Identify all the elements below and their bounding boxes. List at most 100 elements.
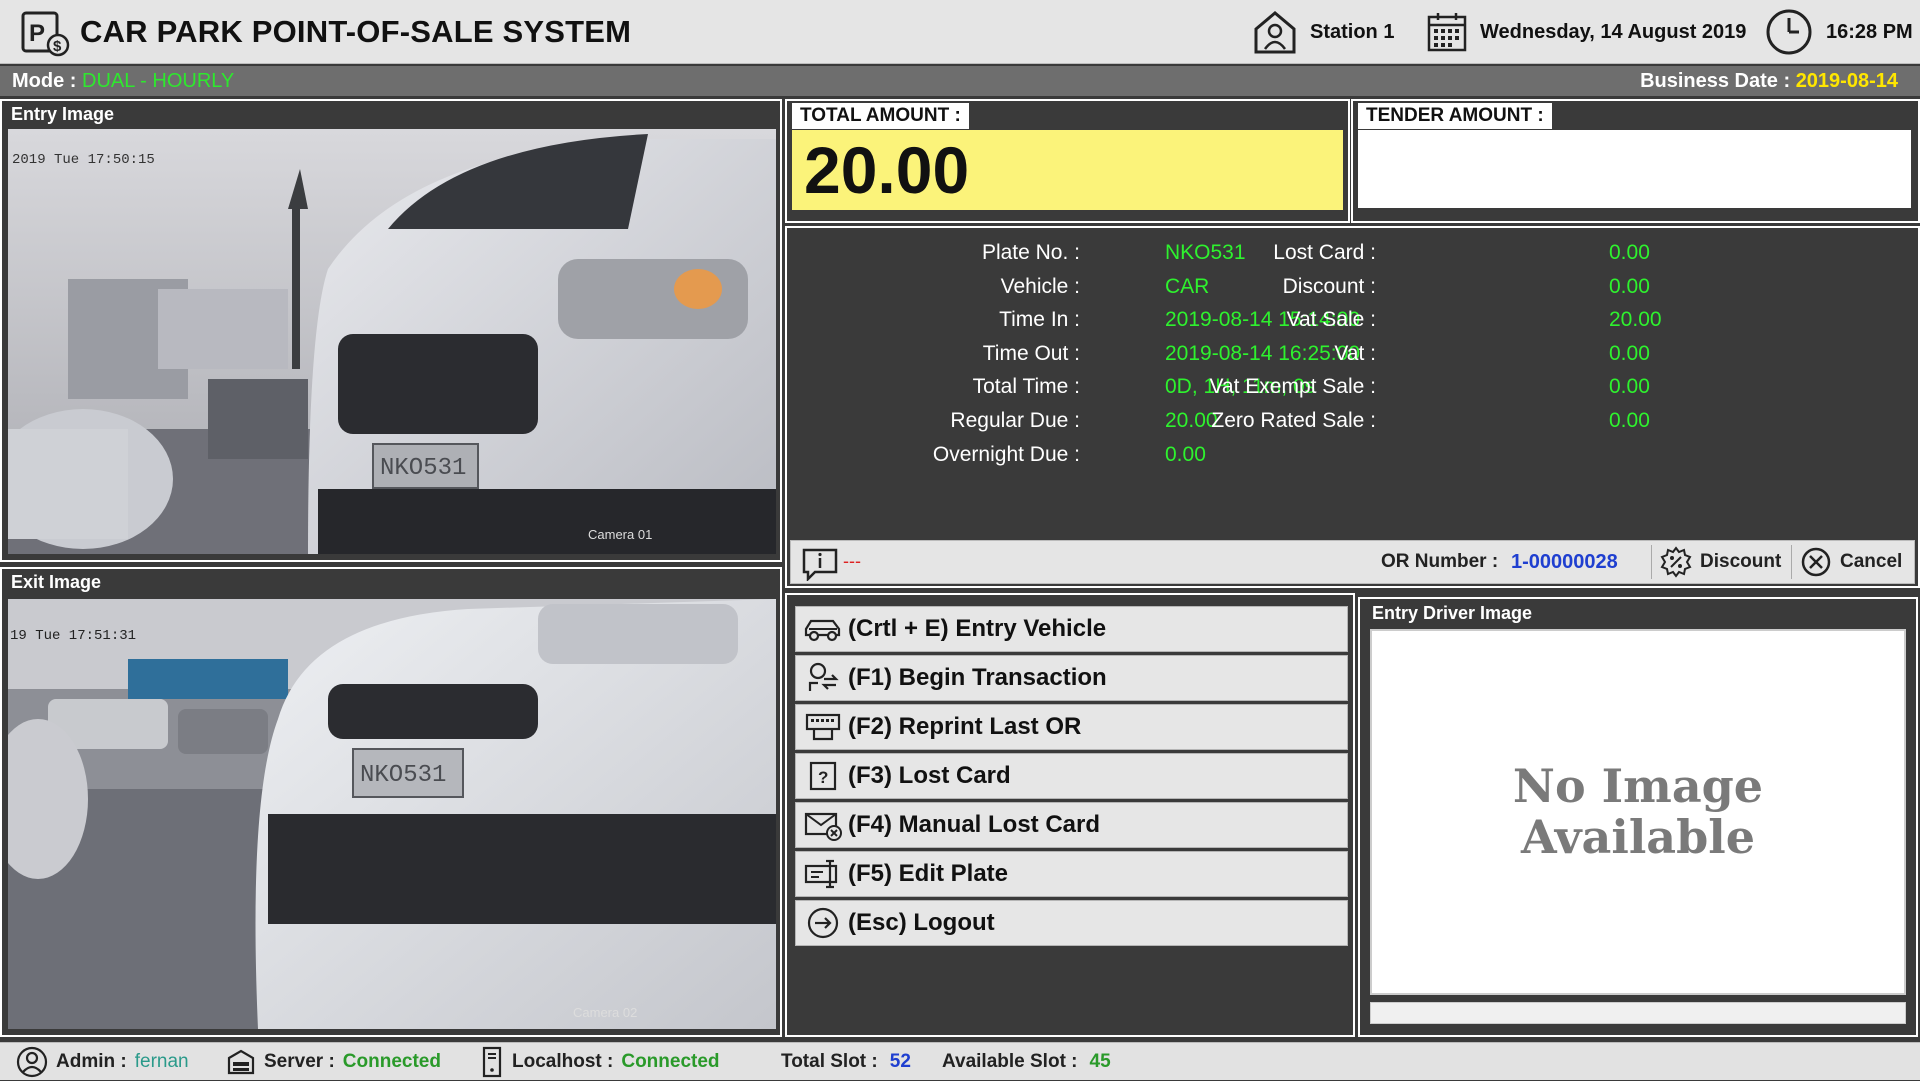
business-date-value: 2019-08-14	[1795, 70, 1898, 92]
detail-label: Vat Sale :	[1286, 308, 1377, 332]
detail-label: Vehicle :	[1000, 274, 1080, 298]
status-footer: Admin : fernan Server : Connected Localh…	[0, 1042, 1920, 1080]
transaction-details-panel: Plate No. : NKO531 Vehicle : CAR Time In : 20…	[785, 226, 1920, 588]
server-icon	[227, 1049, 255, 1075]
edit-plate-icon	[804, 859, 838, 889]
lost-card-label: (F3) Lost Card	[848, 762, 1011, 789]
driver-image-title: Entry Driver Image	[1372, 603, 1533, 623]
available-slot-label: Available Slot :	[942, 1051, 1078, 1072]
detail-label: Regular Due :	[950, 409, 1080, 432]
exit-image-title: Exit Image	[11, 572, 102, 592]
total-amount-value: 20.00	[804, 133, 970, 207]
detail-label: Zero Rated Sale :	[1211, 409, 1376, 432]
edit-plate-label: (F5) Edit Plate	[848, 860, 1009, 887]
station-icon	[1254, 11, 1296, 54]
or-number-label: OR Number :	[1381, 551, 1499, 572]
time-indicator: 16:28 PM	[1764, 0, 1913, 64]
app-title: CAR PARK POINT-OF-SALE SYSTEM	[80, 14, 632, 49]
mode-label: Mode :	[12, 70, 77, 92]
svg-text:P: P	[29, 20, 45, 47]
entry-plate-text: NKO531	[380, 455, 466, 482]
detail-value: 0.00	[1609, 375, 1650, 399]
user-icon	[16, 1046, 48, 1078]
tender-amount-panel: TENDER AMOUNT :	[1351, 99, 1920, 223]
detail-value: CAR	[1165, 274, 1210, 298]
detail-value: 20.00	[1609, 308, 1662, 332]
detail-label: Plate No. :	[981, 241, 1080, 264]
localhost-value: Connected	[621, 1051, 720, 1072]
detail-label: Overnight Due :	[932, 442, 1080, 466]
total-slot-value: 52	[889, 1051, 911, 1072]
business-date: Business Date : 2019-08-14	[1640, 70, 1898, 93]
entry-vehicle-label: (Crtl + E) Entry Vehicle	[848, 615, 1107, 642]
discount-button[interactable]: Discount	[1651, 545, 1781, 579]
detail-value: 20.00	[1165, 409, 1218, 432]
entry-vehicle-button[interactable]: (Crtl + E) Entry Vehicle	[795, 606, 1348, 652]
driver-image-panel: Entry Driver Image No Image Available	[1358, 597, 1918, 1037]
svg-text:?: ?	[818, 768, 828, 787]
exit-camera-label: Camera 02	[573, 1005, 637, 1020]
or-number-value: 1-00000028	[1511, 551, 1618, 573]
exit-image-panel: Exit Image NKO531 19 Tue 17:51:31 Camera…	[0, 567, 782, 1037]
current-time: 16:28 PM	[1826, 20, 1913, 43]
svg-text:$: $	[53, 38, 62, 55]
detail-label: Time Out :	[982, 341, 1080, 365]
total-amount-label: TOTAL AMOUNT :	[792, 103, 969, 129]
detail-value: 0.00	[1609, 274, 1650, 298]
server-value: Connected	[342, 1051, 441, 1072]
cancel-button[interactable]: Cancel	[1791, 545, 1902, 579]
discount-label: Discount	[1700, 551, 1782, 572]
entry-camera-label: Camera 01	[588, 527, 652, 542]
station-indicator: Station 1	[1252, 0, 1394, 64]
driver-image-caption-bar	[1370, 1002, 1906, 1024]
detail-label: Time In :	[999, 308, 1080, 332]
reprint-last-or-label: (F2) Reprint Last OR	[848, 713, 1082, 740]
localhost-label: Localhost :	[512, 1051, 614, 1072]
clock-icon	[1766, 9, 1812, 55]
available-slot-value: 45	[1089, 1051, 1111, 1072]
edit-plate-button[interactable]: (F5) Edit Plate	[795, 851, 1348, 897]
computer-tower-icon	[482, 1046, 502, 1078]
logout-button[interactable]: (Esc) Logout	[795, 900, 1348, 946]
total-slot-status: Total Slot : 52	[781, 1043, 911, 1081]
admin-label: Admin :	[56, 1051, 127, 1072]
total-amount-panel: TOTAL AMOUNT : 20.00	[785, 99, 1350, 223]
info-message: ---	[843, 551, 861, 571]
calendar-icon	[1427, 13, 1467, 52]
detail-value: 0.00	[1609, 409, 1650, 432]
detail-value: NKO531	[1165, 241, 1246, 264]
logout-label: (Esc) Logout	[848, 909, 995, 936]
reprint-last-or-button[interactable]: (F2) Reprint Last OR	[795, 704, 1348, 750]
detail-label: Vat :	[1334, 341, 1376, 365]
server-label: Server :	[264, 1051, 335, 1072]
exit-camera-timestamp: 19 Tue 17:51:31	[10, 628, 136, 644]
transaction-icon	[808, 662, 839, 691]
status-info-bar: --- OR Number : 1-00000028 Discount Canc…	[790, 540, 1915, 584]
detail-label: Lost Card :	[1273, 241, 1376, 264]
entry-camera-timestamp: 2019 Tue 17:50:15	[12, 152, 155, 168]
logout-icon	[807, 907, 839, 939]
total-amount-display: 20.00	[792, 130, 1343, 210]
tender-amount-input[interactable]	[1358, 130, 1911, 208]
lost-card-button[interactable]: ? (F3) Lost Card	[795, 753, 1348, 799]
detail-label: Total Time :	[972, 375, 1080, 399]
cancel-icon	[1801, 547, 1831, 577]
mode-bar: Mode : DUAL - HOURLY Business Date : 201…	[0, 66, 1920, 96]
exit-plate-text: NKO531	[360, 762, 446, 789]
total-slot-label: Total Slot :	[781, 1051, 878, 1072]
current-date: Wednesday, 14 August 2019	[1480, 20, 1747, 43]
mode-value: DUAL - HOURLY	[82, 70, 235, 92]
entry-camera-image: NKO531 2019 Tue 17:50:15 Camera 01	[8, 129, 776, 554]
detail-label: Discount :	[1282, 274, 1376, 298]
exit-camera-image: NKO531 19 Tue 17:51:31 Camera 02	[8, 599, 776, 1029]
begin-transaction-button[interactable]: (F1) Begin Transaction	[795, 655, 1348, 701]
lost-card-icon: ?	[809, 761, 837, 791]
parking-pos-logo-icon: P $	[21, 11, 70, 57]
entry-image-title: Entry Image	[11, 104, 115, 124]
server-status: Server : Connected	[226, 1043, 441, 1081]
cancel-label: Cancel	[1840, 551, 1903, 572]
driver-image-placeholder: No Image Available	[1370, 629, 1906, 995]
no-image-line1: No Image	[1512, 759, 1764, 814]
car-icon	[804, 619, 841, 642]
manual-lost-card-button[interactable]: (F4) Manual Lost Card	[795, 802, 1348, 848]
